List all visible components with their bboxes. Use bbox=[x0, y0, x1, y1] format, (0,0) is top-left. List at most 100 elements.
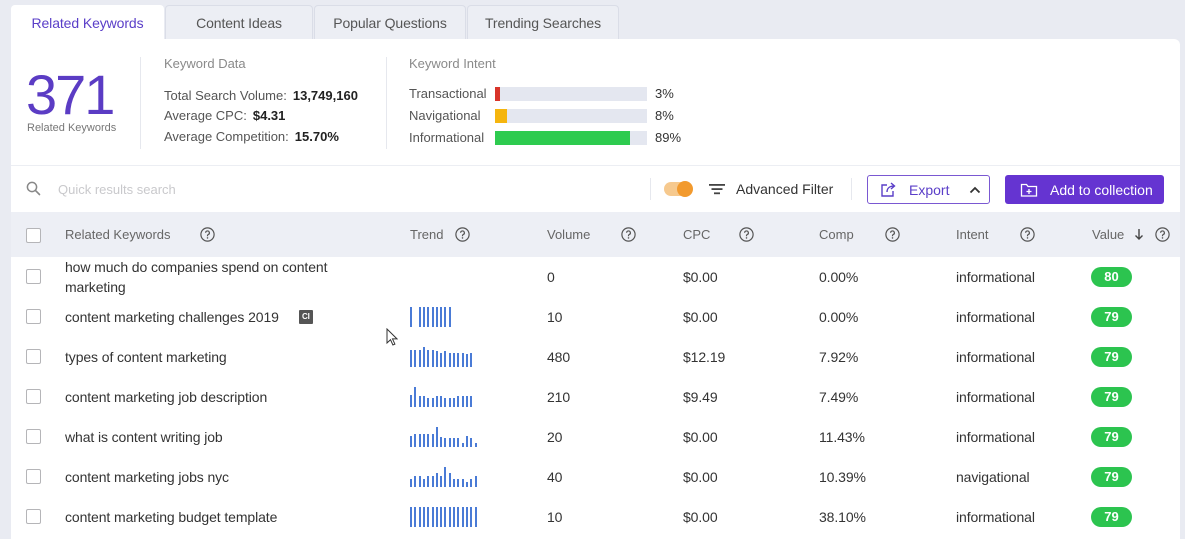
comp-cell: 0.00% bbox=[819, 269, 859, 285]
comp-cell: 7.92% bbox=[819, 349, 859, 365]
table-row[interactable]: content marketing job description 210 $9.4… bbox=[0, 377, 1185, 417]
row-checkbox[interactable] bbox=[26, 469, 41, 484]
table-row[interactable]: types of content marketing 480 $12.19 7.92%… bbox=[0, 337, 1185, 377]
volume-cell: 480 bbox=[547, 349, 571, 365]
keyword-text[interactable]: how much do companies spend on content m… bbox=[65, 257, 355, 297]
trend-bar bbox=[457, 438, 460, 447]
trend-sparkline bbox=[410, 387, 482, 407]
trend-bar bbox=[457, 479, 460, 487]
results-toggle[interactable] bbox=[664, 181, 693, 197]
sort-descending-icon[interactable] bbox=[1134, 228, 1144, 241]
value-badge: 79 bbox=[1091, 467, 1132, 487]
intent-transactional-bar bbox=[495, 87, 647, 101]
column-header-trend[interactable]: Trend bbox=[410, 227, 443, 243]
tab-related-keywords[interactable]: Related Keywords bbox=[11, 5, 164, 41]
trend-bar bbox=[427, 434, 430, 447]
trend-bar bbox=[448, 473, 451, 487]
column-header-comp[interactable]: Comp bbox=[819, 227, 854, 243]
trend-bar bbox=[414, 350, 417, 367]
advanced-filter-button[interactable]: Advanced Filter bbox=[708, 178, 833, 200]
value-badge: 79 bbox=[1091, 307, 1132, 327]
trend-bar bbox=[418, 434, 421, 447]
column-header-intent[interactable]: Intent bbox=[956, 227, 989, 243]
tab-popular-questions[interactable]: Popular Questions bbox=[314, 5, 466, 40]
keyword-text[interactable]: content marketing job description bbox=[65, 387, 267, 407]
keyword-data-title: Keyword Data bbox=[164, 56, 246, 71]
keyword-text[interactable]: content marketing challenges 2019 bbox=[65, 307, 279, 327]
keyword-text[interactable]: types of content marketing bbox=[65, 347, 227, 367]
select-all-checkbox[interactable] bbox=[26, 228, 41, 243]
table-row[interactable]: content marketing jobs nyc 40 $0.00 10.39% n… bbox=[0, 457, 1185, 497]
row-checkbox[interactable] bbox=[26, 429, 41, 444]
help-icon[interactable] bbox=[739, 227, 754, 242]
divider bbox=[650, 178, 651, 200]
help-icon[interactable] bbox=[1155, 227, 1170, 242]
comp-cell: 0.00% bbox=[819, 309, 859, 325]
column-header-related-keywords[interactable]: Related Keywords bbox=[65, 227, 171, 243]
intent-cell: informational bbox=[956, 509, 1035, 525]
keyword-cell: content marketing jobs nyc bbox=[65, 457, 355, 497]
trend-bar bbox=[431, 475, 434, 487]
quick-results-search-input[interactable] bbox=[56, 179, 626, 199]
trend-bar bbox=[465, 396, 468, 407]
keyword-text[interactable]: content marketing budget template bbox=[65, 507, 277, 527]
advanced-filter-label: Advanced Filter bbox=[736, 181, 834, 197]
trend-bar bbox=[465, 436, 468, 447]
trend-bar bbox=[422, 434, 425, 447]
total-search-volume: Total Search Volume: 13,749,160 bbox=[164, 88, 358, 104]
trend-sparkline bbox=[410, 267, 482, 287]
tab-trending-searches[interactable]: Trending Searches bbox=[467, 5, 619, 40]
trend-bar bbox=[465, 507, 468, 527]
help-icon[interactable] bbox=[1020, 227, 1035, 242]
intent-cell: informational bbox=[956, 389, 1035, 405]
volume-cell: 10 bbox=[547, 509, 563, 525]
search-icon bbox=[26, 181, 41, 196]
trend-bar bbox=[435, 507, 438, 527]
row-checkbox[interactable] bbox=[26, 509, 41, 524]
trend-bar bbox=[444, 397, 447, 407]
trend-bar bbox=[461, 507, 464, 527]
add-to-collection-button[interactable]: Add to collection bbox=[1005, 175, 1164, 204]
trend-sparkline bbox=[410, 507, 482, 527]
trend-bar bbox=[435, 396, 438, 407]
table-row[interactable]: how much do companies spend on content m… bbox=[0, 257, 1185, 297]
column-header-value[interactable]: Value bbox=[1092, 227, 1124, 243]
trend-bar bbox=[448, 397, 451, 407]
help-icon[interactable] bbox=[455, 227, 470, 242]
divider bbox=[851, 178, 852, 200]
export-button[interactable]: Export bbox=[867, 175, 990, 204]
table-row[interactable]: content marketing challenges 2019 CI 10 $0.… bbox=[0, 297, 1185, 337]
tab-content-ideas[interactable]: Content Ideas bbox=[165, 5, 313, 40]
trend-bar bbox=[422, 307, 425, 327]
trend-bar bbox=[470, 438, 473, 447]
total-search-volume-label: Total Search Volume: bbox=[164, 88, 287, 103]
trend-bar bbox=[470, 352, 473, 367]
table-row[interactable]: content marketing budget template 10 $0.00… bbox=[0, 497, 1185, 537]
row-checkbox[interactable] bbox=[26, 309, 41, 324]
value-badge: 79 bbox=[1091, 387, 1132, 407]
keyword-text[interactable]: content marketing jobs nyc bbox=[65, 467, 229, 487]
trend-bar bbox=[418, 307, 421, 327]
column-header-cpc[interactable]: CPC bbox=[683, 227, 710, 243]
volume-cell: 40 bbox=[547, 469, 563, 485]
help-icon[interactable] bbox=[885, 227, 900, 242]
column-header-volume[interactable]: Volume bbox=[547, 227, 590, 243]
intent-cell: informational bbox=[956, 269, 1035, 285]
average-competition-value: 15.70% bbox=[294, 129, 339, 144]
row-checkbox[interactable] bbox=[26, 269, 41, 284]
help-icon[interactable] bbox=[200, 227, 215, 242]
help-icon[interactable] bbox=[621, 227, 636, 242]
row-checkbox[interactable] bbox=[26, 389, 41, 404]
keyword-text[interactable]: what is content writing job bbox=[65, 427, 223, 447]
volume-cell: 20 bbox=[547, 429, 563, 445]
trend-bar bbox=[427, 307, 430, 327]
cpc-cell: $0.00 bbox=[683, 309, 718, 325]
trend-bar bbox=[422, 507, 425, 527]
row-checkbox[interactable] bbox=[26, 349, 41, 364]
trend-bar bbox=[453, 507, 455, 527]
trend-bar bbox=[427, 397, 430, 407]
trend-bar bbox=[440, 437, 443, 447]
trend-bar bbox=[470, 479, 473, 487]
trend-bar bbox=[444, 467, 447, 487]
table-row[interactable]: what is content writing job 20 $0.00 11.43%… bbox=[0, 417, 1185, 457]
